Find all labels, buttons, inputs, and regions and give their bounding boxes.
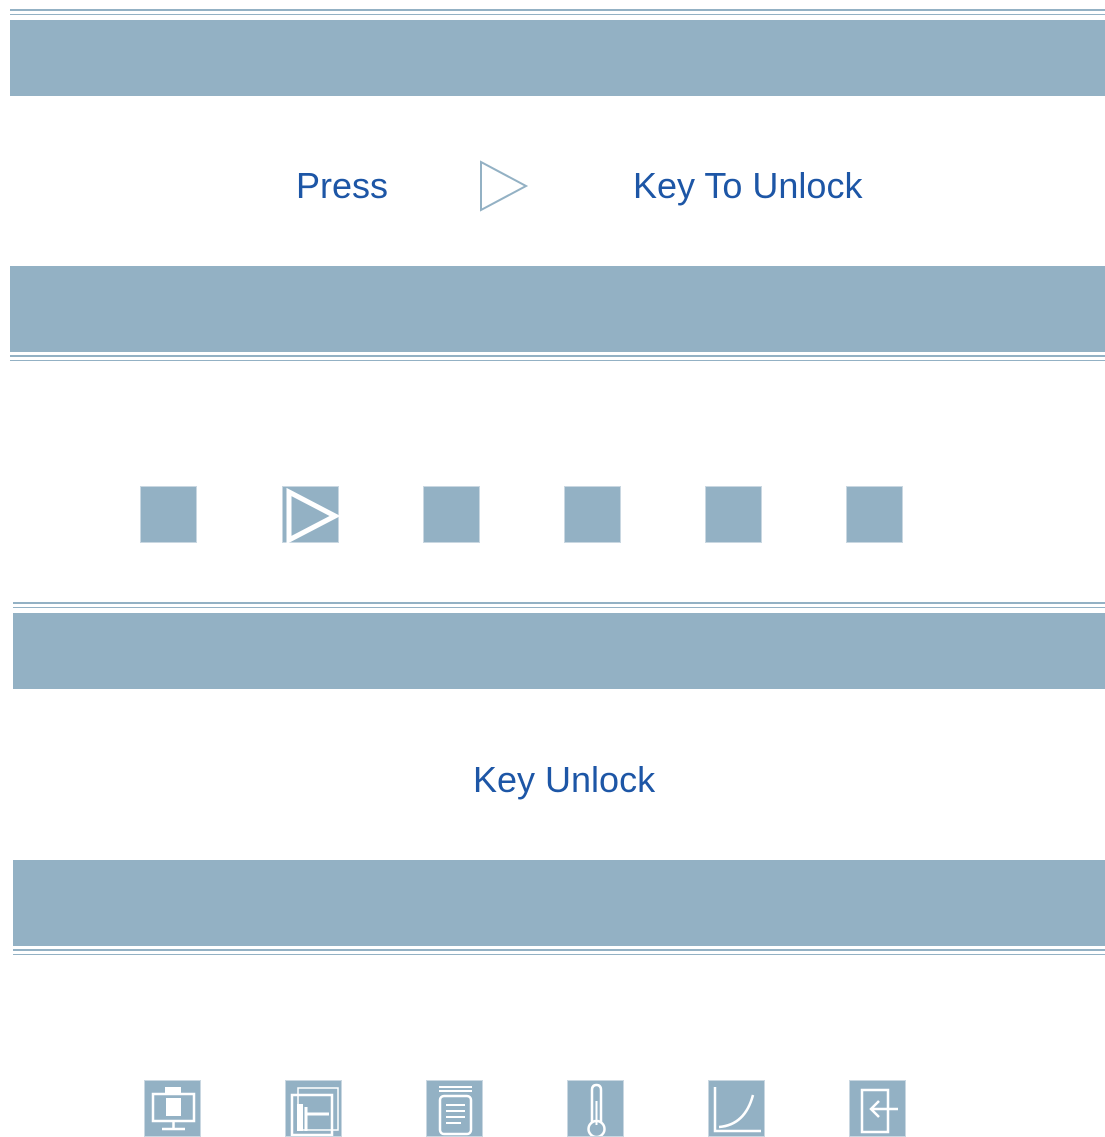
bottom-rule-s2-2 [13,954,1105,955]
press-text: Press [296,165,389,206]
monitor-icon [151,1087,196,1131]
footer-band [10,266,1105,352]
key-2[interactable] [282,486,340,544]
key-4[interactable] [564,486,621,543]
bottom-rule-2 [10,360,1105,361]
bottom-rule [10,355,1105,357]
key-6[interactable] [846,486,903,543]
bottom-rule-s2 [13,949,1105,951]
play-arrow-outline-icon [480,160,529,212]
monitor-key[interactable] [144,1080,201,1137]
thermometer-icon [587,1083,606,1136]
footer-band-s2 [13,860,1105,946]
top-rule [10,9,1105,11]
exit-icon [860,1088,898,1134]
curve-chart-icon [713,1087,761,1133]
layout-icon [290,1087,339,1136]
key-3[interactable] [423,486,480,543]
document-key[interactable] [426,1080,483,1137]
key-unlock-text: Key Unlock [473,759,656,800]
key-1[interactable] [140,486,197,543]
layout-key[interactable] [285,1080,342,1137]
curve-chart-key[interactable] [708,1080,765,1137]
top-rule-s2-2 [13,607,1105,608]
key-to-unlock-text: Key To Unlock [633,165,863,206]
exit-key[interactable] [849,1080,906,1137]
header-band [10,20,1105,96]
header-band-s2 [13,613,1105,689]
top-rule-2 [10,14,1105,15]
play-arrow-icon [286,487,340,544]
document-icon [438,1086,473,1136]
top-rule-s2 [13,602,1105,604]
thermometer-key[interactable] [567,1080,624,1137]
key-5[interactable] [705,486,762,543]
